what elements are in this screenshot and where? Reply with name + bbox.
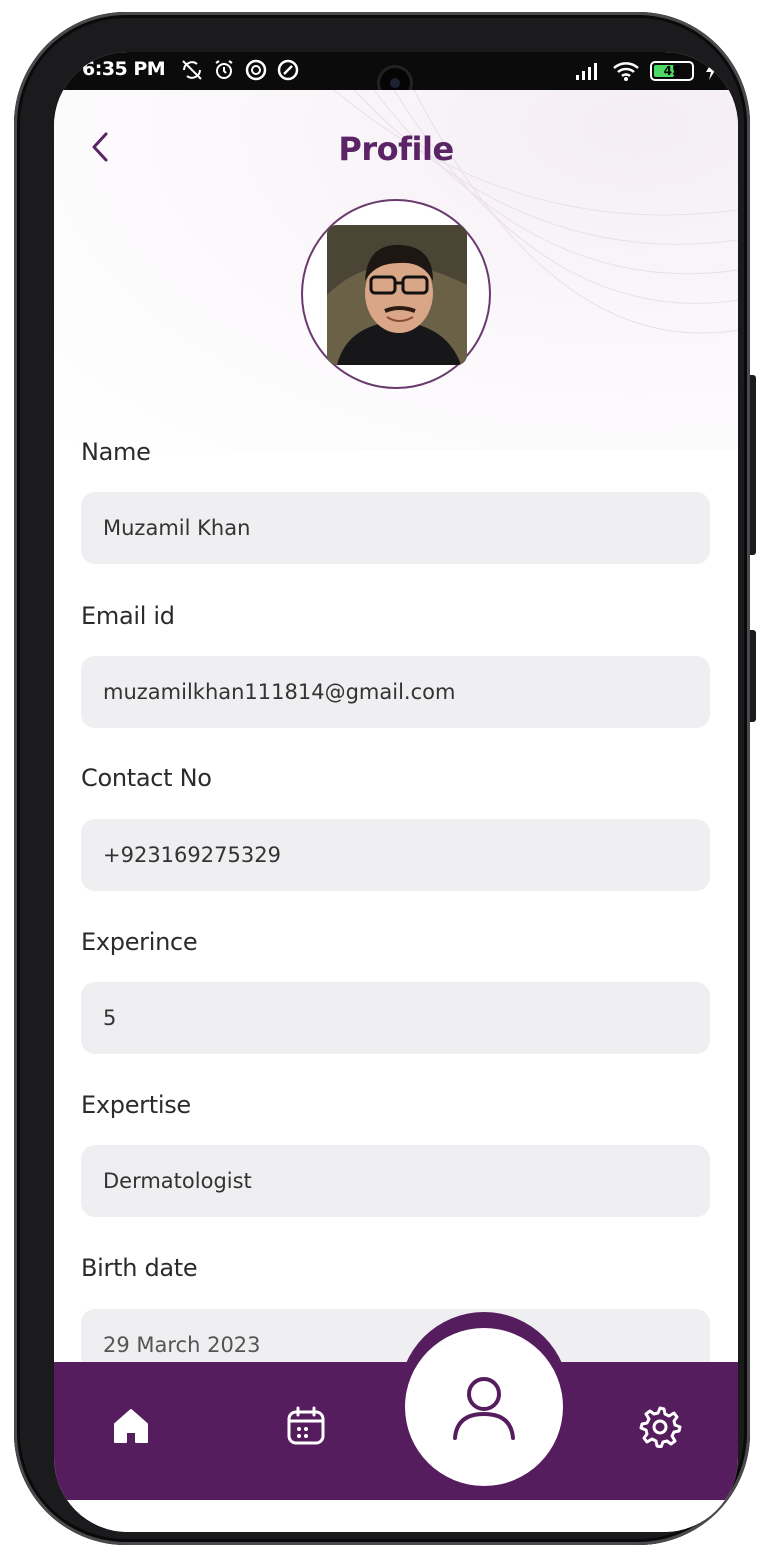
email-label: Email id — [81, 602, 175, 630]
calendar-icon[interactable] — [284, 1404, 328, 1448]
home-icon[interactable] — [109, 1404, 153, 1448]
app-screen: 6:35 PM 45 Profile Name Muzamil Khan Ema… — [54, 52, 738, 1532]
phone-frame: 6:35 PM 45 Profile Name Muzamil Khan Ema… — [14, 12, 750, 1545]
status-notification-icons — [180, 58, 300, 82]
profile-photo-drawing — [327, 225, 467, 365]
battery-icon: 45 — [650, 61, 694, 81]
power-button — [750, 630, 756, 722]
volume-button — [750, 375, 756, 555]
contact-label: Contact No — [81, 764, 212, 792]
profile-photo — [327, 225, 467, 365]
sync-off-icon — [182, 60, 202, 80]
status-time: 6:35 PM — [82, 58, 166, 80]
email-field[interactable]: muzamilkhan111814@gmail.com — [81, 656, 710, 728]
wifi-icon — [613, 62, 639, 81]
gear-icon[interactable] — [638, 1404, 682, 1448]
page-title: Profile — [338, 130, 454, 168]
profile-nav-button[interactable] — [405, 1328, 563, 1486]
experience-field[interactable]: 5 — [81, 982, 710, 1054]
contact-field[interactable]: +923169275329 — [81, 819, 710, 891]
alarm-icon — [215, 60, 233, 79]
birth-date-label: Birth date — [81, 1254, 198, 1282]
expertise-field[interactable]: Dermatologist — [81, 1145, 710, 1217]
expertise-label: Expertise — [81, 1091, 191, 1119]
bottom-nav — [54, 1362, 738, 1500]
experience-label: Experince — [81, 928, 198, 956]
status-system-icons: 45 — [574, 60, 718, 82]
name-label: Name — [81, 438, 151, 466]
signal-icon — [576, 63, 597, 80]
home-indicator-area — [54, 1500, 738, 1532]
vpn-icon — [245, 59, 267, 81]
charging-icon — [706, 62, 716, 80]
avatar[interactable] — [301, 199, 491, 389]
name-field[interactable]: Muzamil Khan — [81, 492, 710, 564]
vpn-icon — [277, 59, 299, 81]
battery-level: 45 — [663, 64, 681, 78]
user-icon — [453, 1377, 515, 1440]
